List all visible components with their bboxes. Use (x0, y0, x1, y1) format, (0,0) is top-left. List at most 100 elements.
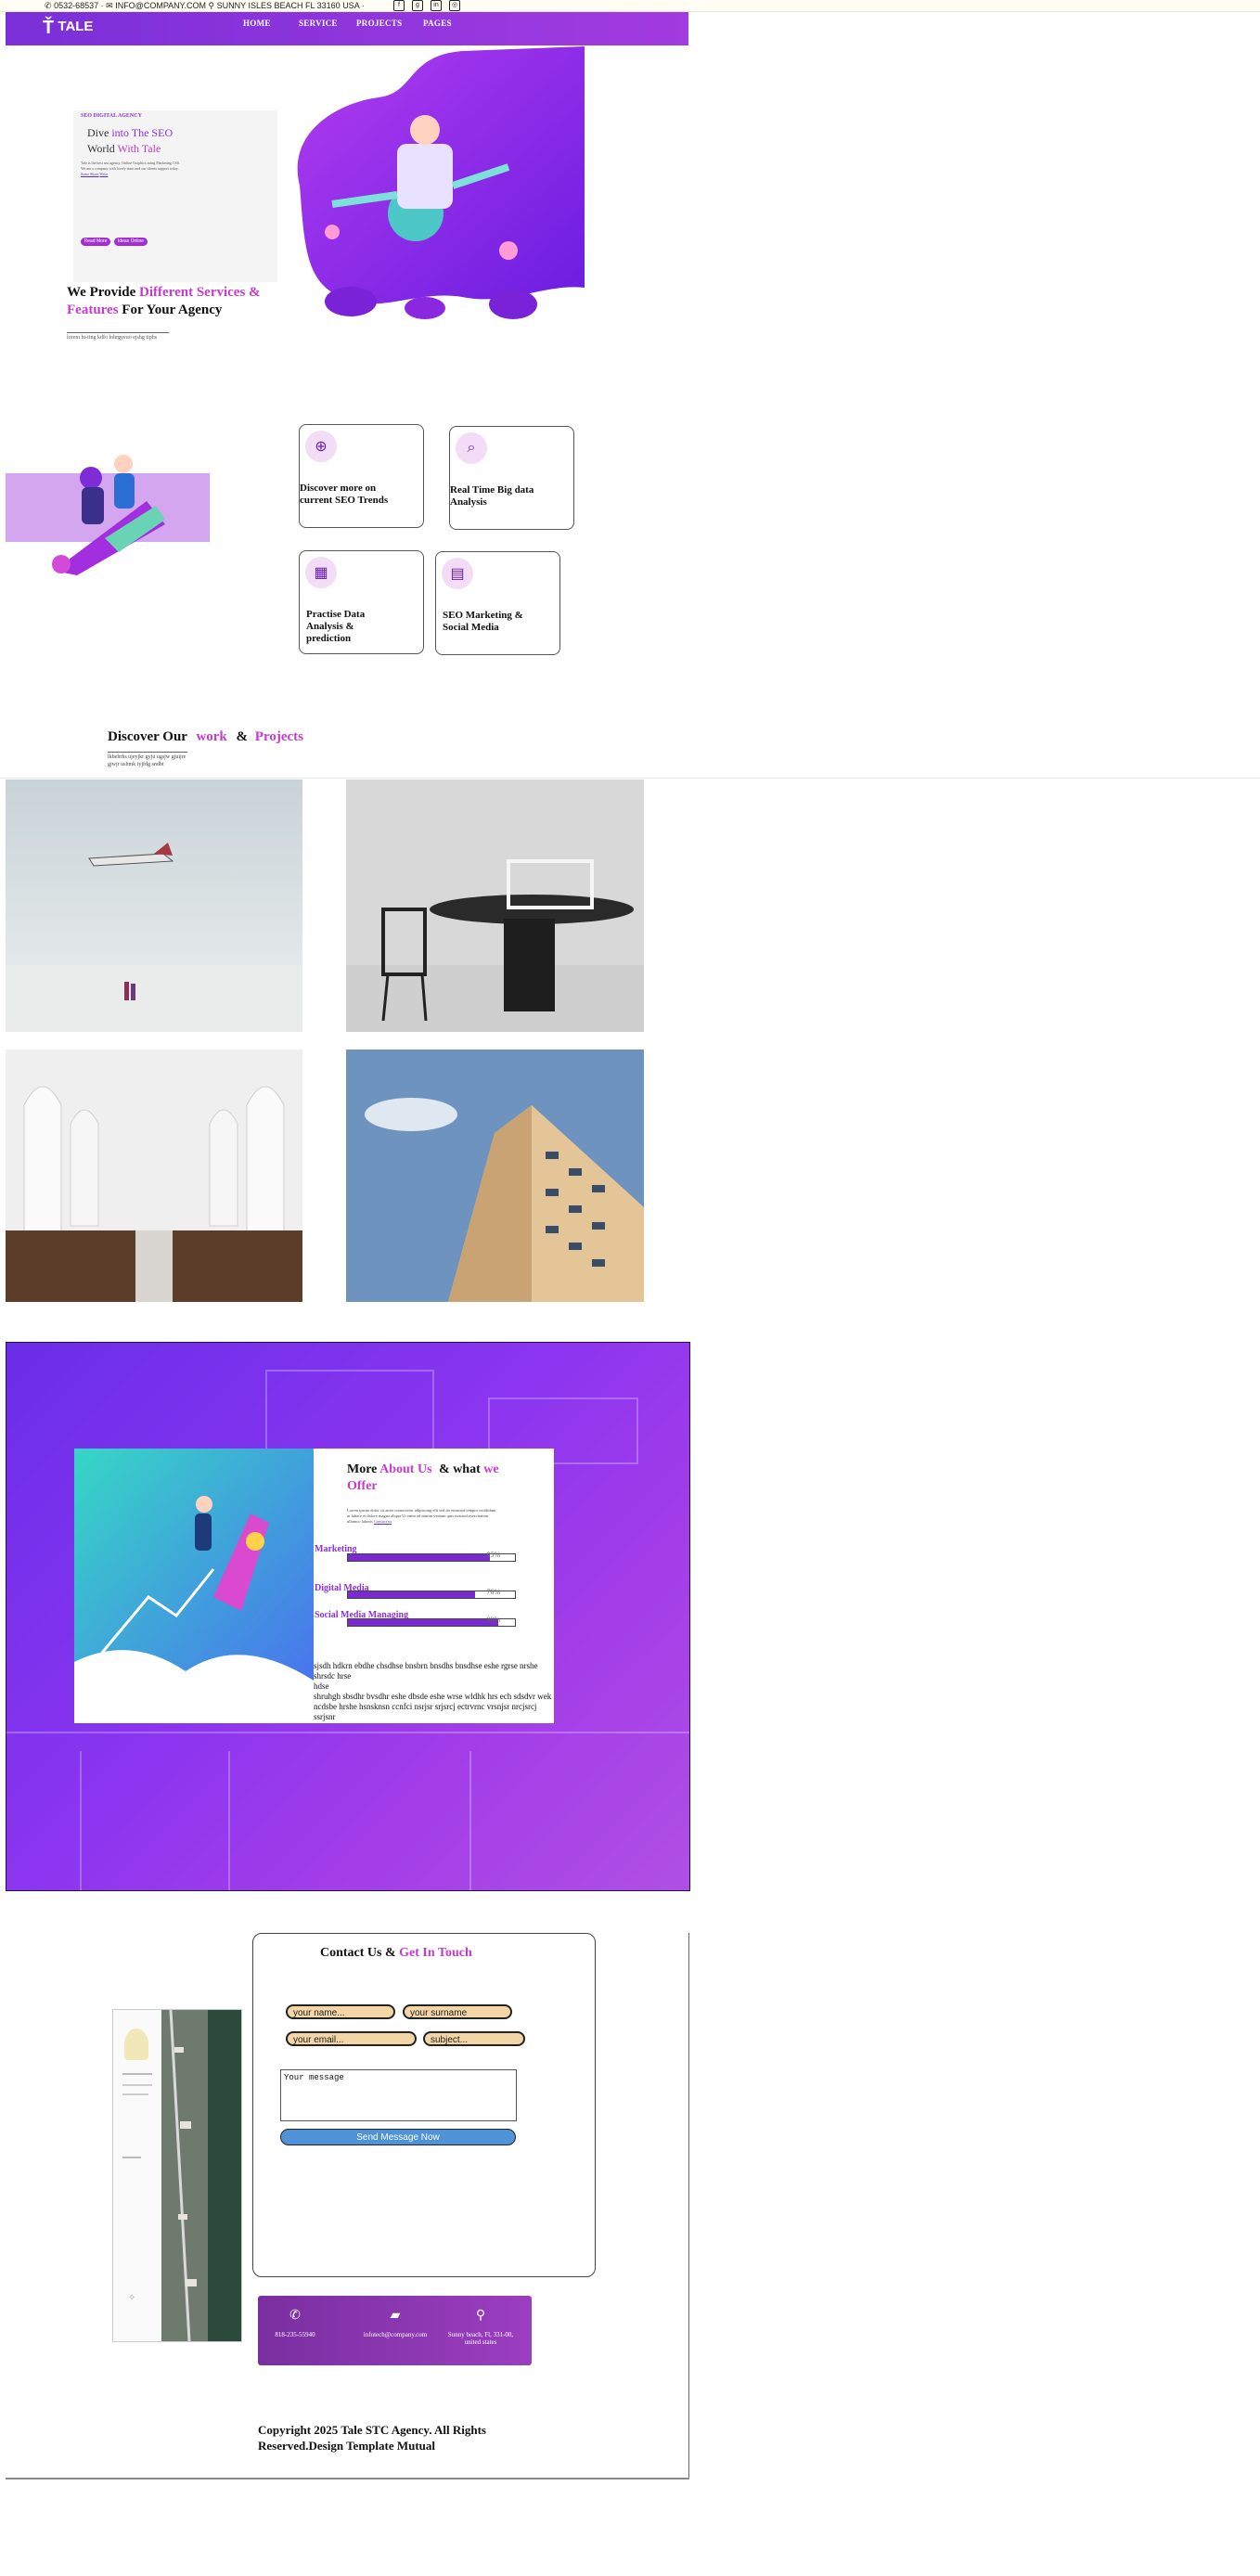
skill-pct: 85% (486, 1551, 500, 1559)
work-subtitle: lkbehrhs ujeyjkr gyju ugsjw gjuijre gjwj… (108, 752, 187, 768)
address-text: SUNNY ISLES BEACH FL 33160 USA · (216, 1, 365, 10)
project-photo-desk[interactable] (346, 779, 644, 1032)
project-photo-building[interactable] (346, 1050, 644, 1302)
about-contact-link[interactable]: Contact us (374, 1519, 392, 1524)
nav-projects[interactable]: PROJECTS (356, 19, 402, 28)
rocket-illustration (52, 455, 165, 575)
hero-headline: Dive into The SEO World With Tale (87, 125, 173, 157)
services-note: lorem ht-ting kdfo lohrgyeuo ejshg tiphs (67, 332, 169, 341)
location-map[interactable]: ✧ (112, 2009, 242, 2342)
about-title-e: Offer (347, 1479, 378, 1493)
contact-title-b: Get In Touch (399, 1946, 472, 1960)
service-card-big-data[interactable]: ⌕ Real Time Big data Analysis (449, 426, 574, 530)
logo-text: TALE (58, 19, 94, 34)
project-photo-airplane[interactable] (6, 779, 302, 1032)
service-card-data-analysis[interactable]: ▦ Practise Data Analysis & prediction (299, 550, 424, 654)
info-email-text: infotech@company.com (363, 2331, 428, 2338)
skill-fill (348, 1591, 475, 1598)
about-title: More About Us & what we Offer (347, 1462, 533, 1495)
hero-illustration (297, 46, 585, 319)
work-title-a: Discover Our (108, 729, 187, 744)
phone-icon: ✆ (45, 1, 52, 10)
map-info-panel: ✧ (113, 2010, 162, 2341)
about-extra-text: sjsdh hdkrn ebdhe chsdhse bnsbrn bnsdhs … (314, 1661, 555, 1722)
page-frame-right (688, 1933, 689, 2479)
services-title: We Provide Different Services & Features… (67, 284, 289, 319)
about-title-a: More (347, 1462, 378, 1476)
skill-bar-marketing: 85% (347, 1551, 516, 1562)
section-divider (0, 778, 1260, 779)
hero-paragraph-text: Tale is the best seo agency. Online Grap… (81, 161, 180, 171)
read-more-button[interactable]: Read More (81, 238, 110, 246)
nav-service[interactable]: SERVICE (299, 19, 338, 28)
nav-home[interactable]: HOME (243, 19, 271, 28)
about-line: sjsdh hdkrn ebdhe chsdhse bnsbrn bnsdhs … (314, 1661, 538, 1670)
service-card-title: Real Time Big data Analysis (450, 484, 534, 508)
facebook-icon[interactable]: f (393, 0, 405, 11)
work-title-b: work (196, 729, 227, 744)
about-title-c: & what (439, 1462, 481, 1476)
social-links: f g in ◎ (393, 0, 460, 11)
map-text-line (122, 2073, 152, 2075)
services-title-b: Different Services & (139, 285, 261, 300)
contact-title-a: Contact Us & (320, 1946, 396, 1960)
phone-text: 0532-68537 · (54, 1, 104, 10)
service-card-seo-marketing[interactable]: ▤ SEO Marketing & Social Media (435, 551, 560, 655)
skill-bar-social-media: 90% (347, 1616, 516, 1627)
subject-field[interactable]: subject... (423, 2031, 525, 2046)
skill-pct: 76% (486, 1588, 500, 1596)
service-card-title: Practise Data Analysis & prediction (306, 609, 366, 644)
surname-field[interactable]: your surname (403, 2004, 512, 2019)
top-contact-bar: ✆ 0532-68537 · ✉ INFO@COMPANY.COM ⚲ SUNN… (0, 0, 1260, 12)
hero-line1-b: into The SEO (111, 126, 174, 139)
about-title-b: About Us (379, 1462, 432, 1476)
email-field[interactable]: your email... (286, 2031, 417, 2046)
service-card-title: SEO Marketing & Social Media (443, 610, 523, 633)
satellite-map-image (161, 2010, 241, 2341)
copyright-text: Copyright 2025 Tale STC Agency. All Righ… (258, 2423, 486, 2453)
compass-icon: ✧ (128, 2293, 136, 2303)
services-title-c: Features (67, 303, 119, 317)
linkedin-icon[interactable]: in (431, 0, 442, 11)
skill-pct: 90% (486, 1616, 500, 1624)
about-line: ncdsbe hrshe hsnsknsn ccnfci nsrjsr srjs… (314, 1702, 537, 1721)
project-photo-church[interactable] (6, 1050, 302, 1302)
page-frame-bottom (6, 2478, 689, 2479)
skill-fill (348, 1619, 498, 1626)
logo[interactable]: Ť TALE (43, 18, 93, 39)
service-card-title: Discover more on current SEO Trends (300, 483, 389, 506)
map-text-line (122, 2157, 141, 2158)
about-line: shrsdc hrse (314, 1671, 352, 1681)
send-message-button[interactable]: Send Message Now (280, 2129, 516, 2145)
info-email[interactable]: ▰ infotech@company.com (358, 2310, 432, 2339)
hero-eyebrow: SEO DIGITAL AGENCY (81, 113, 142, 119)
name-field[interactable]: your name... (286, 2004, 395, 2019)
hero-paragraph: Tale is the best seo agency. Online Grap… (81, 161, 183, 177)
ideas-online-button[interactable]: Ideas Online (114, 238, 148, 246)
contact-info-strip: ✆ 818-235-55940 ▰ infotech@company.com ⚲… (258, 2296, 532, 2365)
location-pin-icon: ⚲ (208, 1, 215, 10)
nav-pages[interactable]: PAGES (423, 19, 452, 28)
info-phone[interactable]: ✆ 818-235-55940 (258, 2310, 332, 2339)
about-line: hdse (314, 1681, 329, 1691)
instagram-icon[interactable]: ◎ (449, 0, 460, 11)
info-phone-text: 818-235-55940 (275, 2331, 315, 2338)
hero-link-b[interactable]: Write (99, 172, 108, 176)
hero-link-a[interactable]: Some Shore (81, 172, 98, 176)
email-text[interactable]: INFO@COMPANY.COM (115, 1, 206, 10)
info-address[interactable]: ⚲ Sunny beach, Fl, 331-00, united states (444, 2310, 518, 2347)
marketing-board-icon: ▤ (442, 558, 473, 589)
work-title-d: Projects (254, 729, 303, 744)
message-textarea[interactable]: Your message (280, 2069, 517, 2121)
github-icon[interactable]: g (412, 0, 423, 11)
about-paragraph-text: Lorem ipsum dolor sit amet consectetur a… (347, 1508, 496, 1524)
service-card-seo-trends[interactable]: ⊕ Discover more on current SEO Trends (299, 424, 424, 528)
data-analysis-icon: ▦ (305, 557, 337, 588)
logo-mark-icon: Ť (43, 18, 55, 38)
main-navbar: Ť TALE HOME SERVICE PROJECTS PAGES (6, 12, 688, 45)
work-title: Discover Our work & Projects (108, 729, 303, 745)
email-icon: ✉ (106, 1, 113, 10)
info-address-text: Sunny beach, Fl, 331-00, united states (447, 2331, 514, 2346)
map-text-line (122, 2093, 148, 2095)
map-text-line (122, 2084, 152, 2086)
